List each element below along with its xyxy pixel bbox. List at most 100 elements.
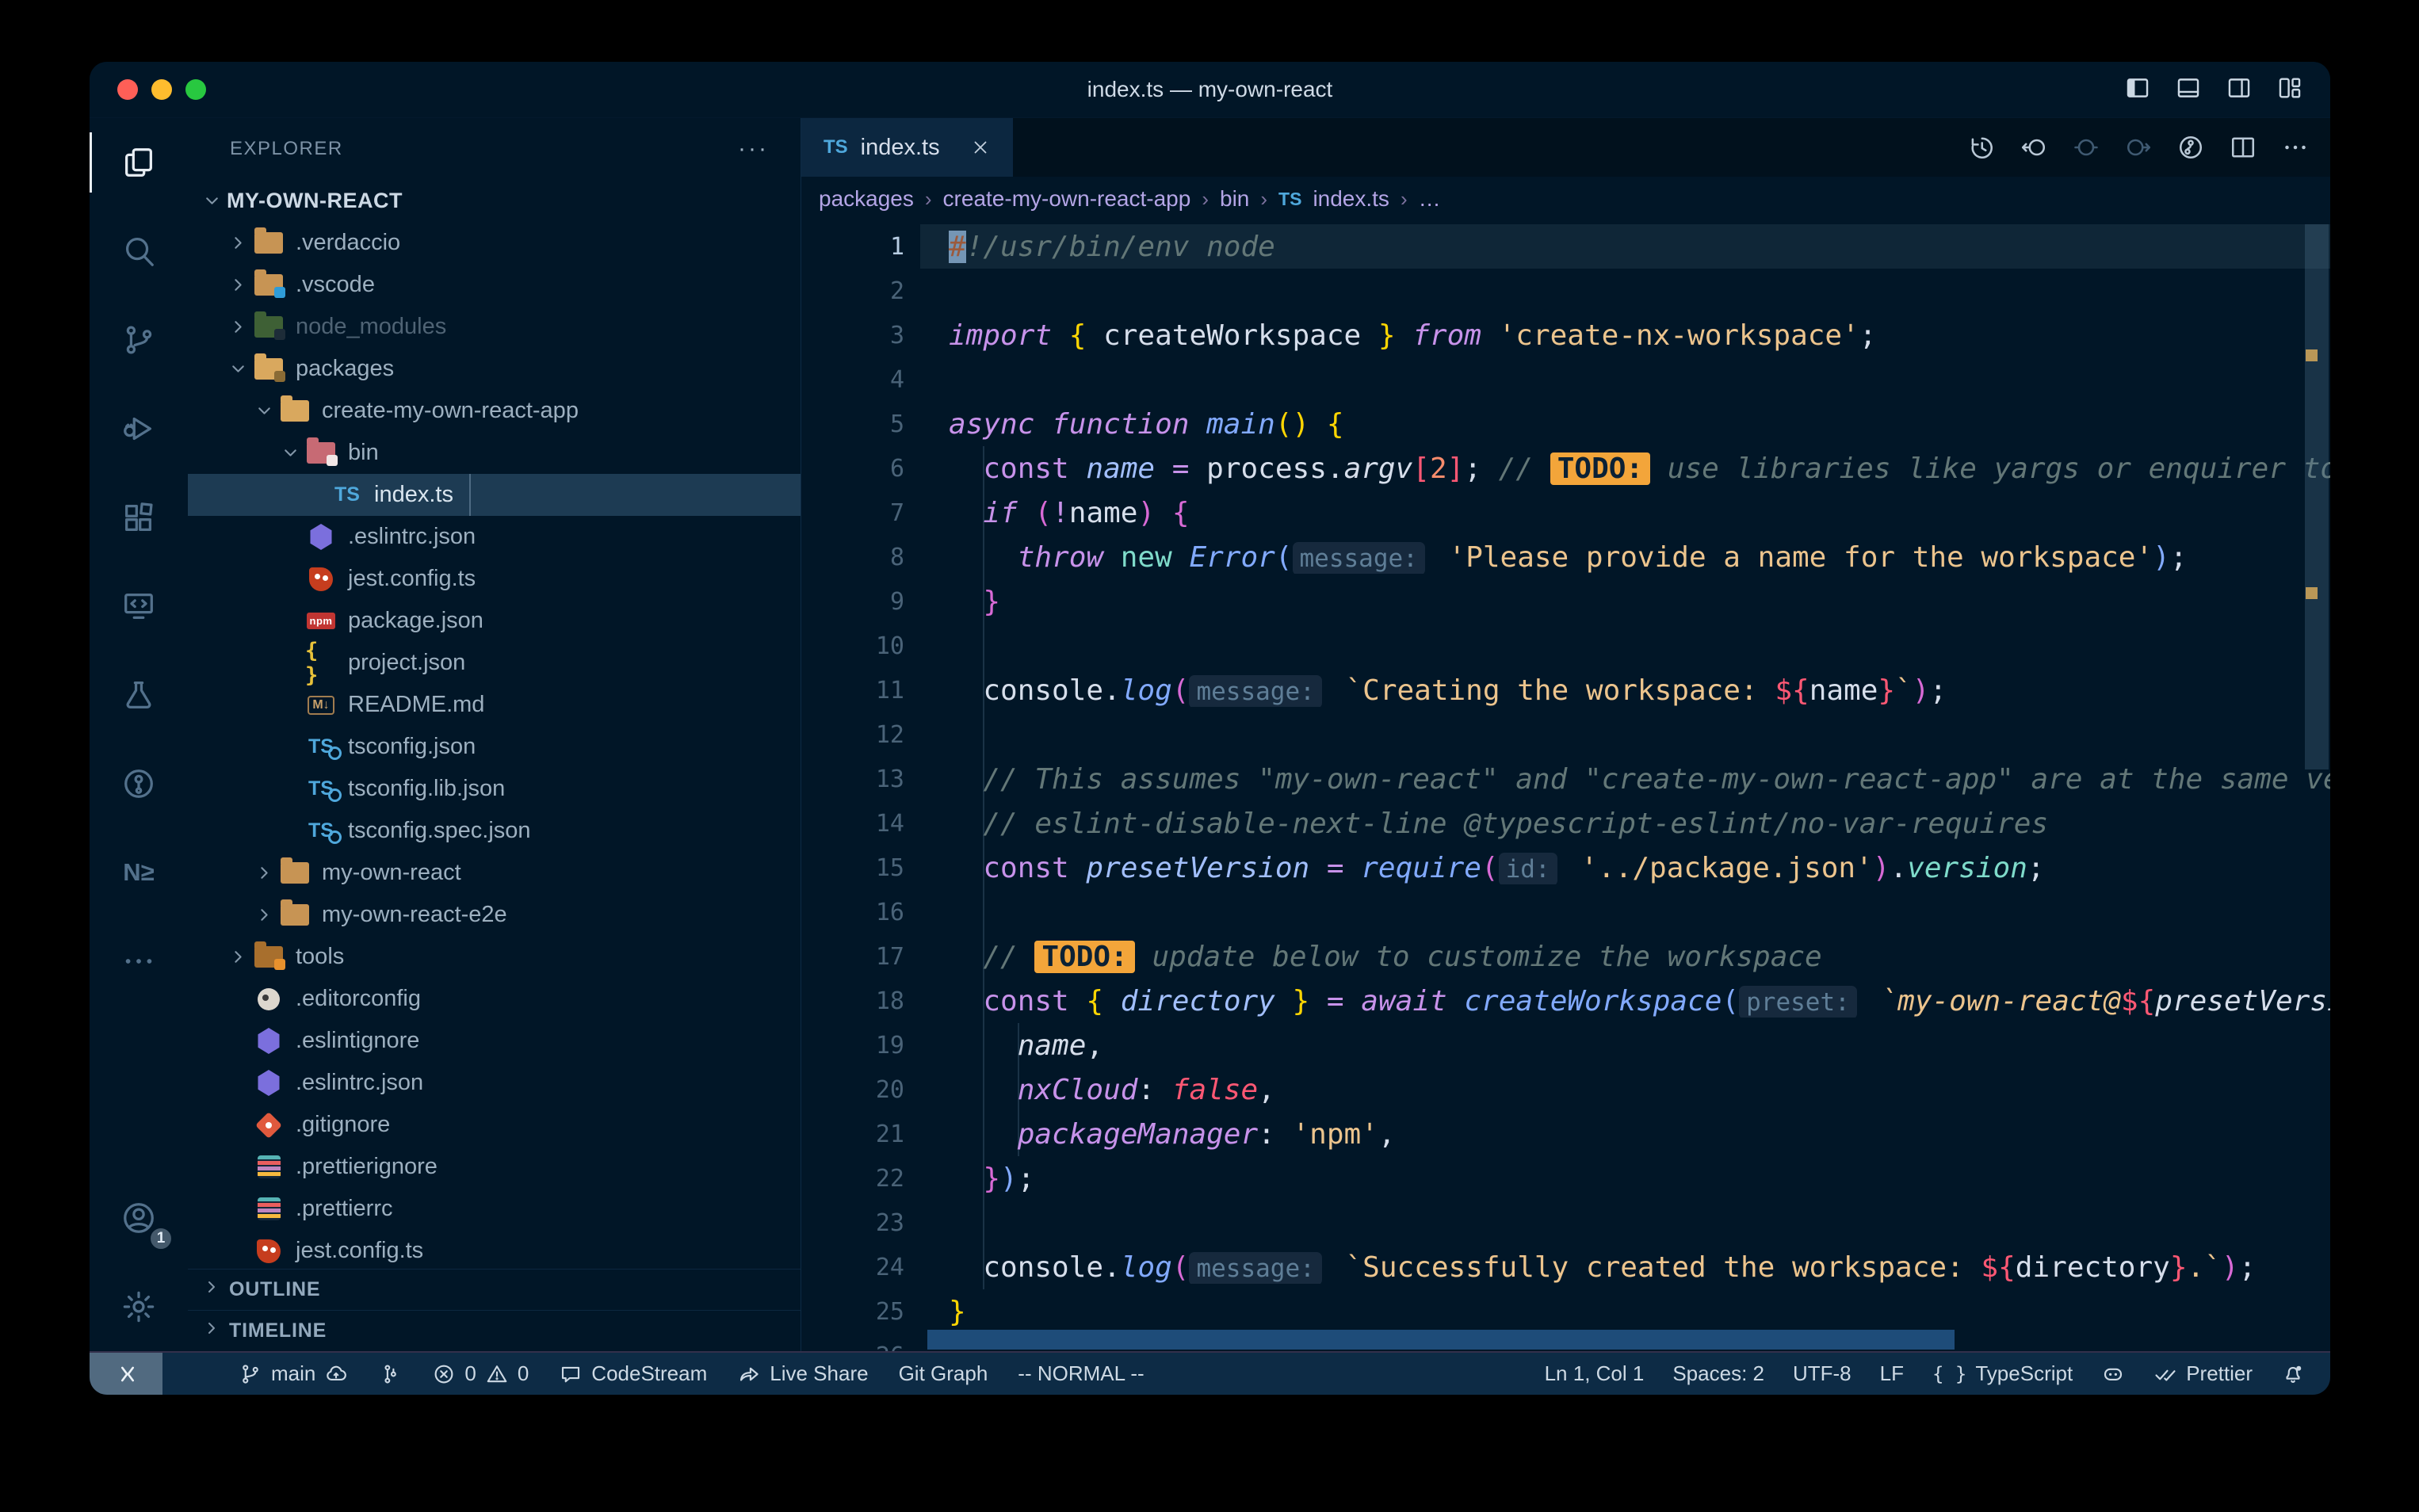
tree-item-node-modules[interactable]: node_modules (188, 306, 801, 348)
workbench: N≥1 EXPLORER ··· MY-OWN-REACT.verdaccio.… (90, 117, 2330, 1351)
activity-item-search[interactable] (90, 207, 188, 296)
timeline-history-icon[interactable] (1967, 133, 1996, 162)
tree-item-tsconfig-json[interactable]: TStsconfig.json (188, 726, 801, 768)
vertical-scrollbar[interactable] (2305, 224, 2329, 769)
tab-index-ts[interactable]: TSindex.ts (801, 118, 1013, 177)
activity-item-run-debug[interactable] (90, 384, 188, 473)
ts-config-icon: TS (305, 816, 337, 846)
status-codestream[interactable]: CodeStream (559, 1353, 707, 1395)
status-remote-indicator[interactable] (90, 1353, 162, 1395)
breadcrumb-item[interactable]: … (1419, 186, 1441, 212)
breadcrumb-item[interactable]: packages (819, 186, 914, 212)
code-token: , (1258, 1074, 1275, 1106)
tree-item-my-own-react-e2e[interactable]: my-own-react-e2e (188, 894, 801, 936)
chevron-right-icon (223, 233, 253, 253)
activity-item-remote-explorer[interactable] (90, 562, 188, 651)
folder-open-icon (279, 396, 311, 426)
tree-item-tools[interactable]: tools (188, 936, 801, 978)
status-copilot[interactable] (2101, 1353, 2125, 1395)
account-badge: 1 (148, 1226, 174, 1251)
tree-item--vscode[interactable]: .vscode (188, 264, 801, 306)
nav-point-icon[interactable] (2072, 133, 2100, 162)
status-cursor-position[interactable]: Ln 1, Col 1 (1545, 1353, 1645, 1395)
status-live-share[interactable]: Live Share (737, 1353, 868, 1395)
tree-item-my-own-react[interactable]: my-own-react (188, 852, 801, 894)
tree-item--prettierrc[interactable]: .prettierrc (188, 1188, 801, 1230)
horizontal-scrollbar[interactable] (927, 1330, 1955, 1350)
tree-item--eslintrc-json[interactable]: .eslintrc.json (188, 516, 801, 558)
tree-item-readme-md[interactable]: M↓README.md (188, 684, 801, 726)
status-prettier[interactable]: Prettier (2153, 1353, 2253, 1395)
open-changes-icon[interactable] (2176, 133, 2205, 162)
error-icon (432, 1362, 456, 1386)
timeline-section[interactable]: TIMELINE (188, 1310, 801, 1351)
active-indent-guide (469, 474, 471, 516)
tree-item-packages[interactable]: packages (188, 348, 801, 390)
status-problems[interactable]: 00 (432, 1353, 529, 1395)
customize-layout-icon[interactable] (2276, 74, 2303, 105)
status-git-graph[interactable]: Git Graph (899, 1353, 988, 1395)
code-token: main (1206, 408, 1275, 441)
tree-item--eslintrc-json[interactable]: .eslintrc.json (188, 1062, 801, 1104)
status-notifications[interactable] (2281, 1353, 2305, 1395)
toggle-secondary-sidebar-icon[interactable] (2226, 74, 2253, 105)
chevron-right-icon (223, 947, 253, 967)
outline-section[interactable]: OUTLINE (188, 1269, 801, 1310)
status-language-mode[interactable]: { }TypeScript (1932, 1353, 2073, 1395)
line-content: throw new Error(message: 'Please provide… (920, 541, 2330, 574)
toggle-panel-icon[interactable] (2175, 74, 2202, 105)
breadcrumb-item[interactable]: create-my-own-react-app (943, 186, 1191, 212)
activity-item-extensions[interactable] (90, 473, 188, 562)
activity-item-source-control[interactable] (90, 296, 188, 384)
breadcrumb-separator: › (1260, 187, 1267, 212)
code-token (1344, 852, 1362, 884)
tree-item--gitignore[interactable]: .gitignore (188, 1104, 801, 1146)
activity-item-nx-console[interactable]: N≥ (90, 828, 188, 917)
activity-item-explorer[interactable] (90, 118, 188, 207)
tree-item-jest-config-ts[interactable]: jest.config.ts (188, 558, 801, 600)
split-editor-icon[interactable] (2229, 133, 2257, 162)
tree-item--editorconfig[interactable]: .editorconfig (188, 978, 801, 1020)
more-actions-icon[interactable] (2281, 133, 2310, 162)
status-git-graph-indicator[interactable] (378, 1353, 402, 1395)
tree-item--eslintignore[interactable]: .eslintignore (188, 1020, 801, 1062)
activity-item-gitlens[interactable] (90, 739, 188, 828)
activity-item-more-views[interactable] (90, 917, 188, 1006)
tree-item-tsconfig-lib-json[interactable]: TStsconfig.lib.json (188, 768, 801, 810)
title-bar[interactable]: index.ts — my-own-react (90, 62, 2330, 117)
tree-item--verdaccio[interactable]: .verdaccio (188, 222, 801, 264)
status-git-branch[interactable]: main (239, 1353, 348, 1395)
status-encoding[interactable]: UTF-8 (1793, 1353, 1852, 1395)
tree-item--prettierignore[interactable]: .prettierignore (188, 1146, 801, 1188)
breadcrumb-item[interactable]: index.ts (1313, 186, 1389, 212)
activity-item-testing[interactable] (90, 651, 188, 739)
line-number: 12 (801, 721, 920, 749)
status-eol[interactable]: LF (1880, 1353, 1904, 1395)
tree-item-bin[interactable]: bin (188, 432, 801, 474)
code-token: log (1121, 1251, 1172, 1284)
code-token: name (1086, 452, 1155, 485)
code-token: console. (949, 1251, 1121, 1284)
breadcrumb-item[interactable]: bin (1220, 186, 1249, 212)
tree-item-index-ts[interactable]: TSindex.ts (188, 474, 801, 516)
code-line: 13 // This assumes "my-own-react" and "c… (801, 757, 2330, 801)
code-token: argv (1344, 452, 1413, 485)
tree-item-tsconfig-spec-json[interactable]: TStsconfig.spec.json (188, 810, 801, 852)
tree-item-create-my-own-react-app[interactable]: create-my-own-react-app (188, 390, 801, 432)
breadcrumb[interactable]: packages›create-my-own-react-app›bin›TSi… (801, 177, 2330, 221)
code-token: name (1018, 1029, 1087, 1062)
nav-forward-icon[interactable] (2124, 133, 2153, 162)
tree-root[interactable]: MY-OWN-REACT (188, 180, 801, 222)
activity-item-accounts[interactable]: 1 (90, 1174, 188, 1262)
tree-item-project-json[interactable]: { }project.json (188, 642, 801, 684)
status-vim-mode[interactable]: -- NORMAL -- (1018, 1353, 1144, 1395)
close-tab-icon[interactable] (970, 137, 991, 158)
toggle-primary-sidebar-icon[interactable] (2124, 74, 2151, 105)
tree-item-package-json[interactable]: npmpackage.json (188, 600, 801, 642)
nav-back-icon[interactable] (2020, 133, 2048, 162)
activity-item-settings[interactable] (90, 1262, 188, 1351)
views-and-more-actions-icon[interactable]: ··· (738, 136, 769, 162)
code-editor[interactable]: 1#!/usr/bin/env node23import { createWor… (801, 221, 2330, 1351)
tree-item-jest-config-ts[interactable]: jest.config.ts (188, 1230, 801, 1269)
status-indentation[interactable]: Spaces: 2 (1672, 1353, 1764, 1395)
